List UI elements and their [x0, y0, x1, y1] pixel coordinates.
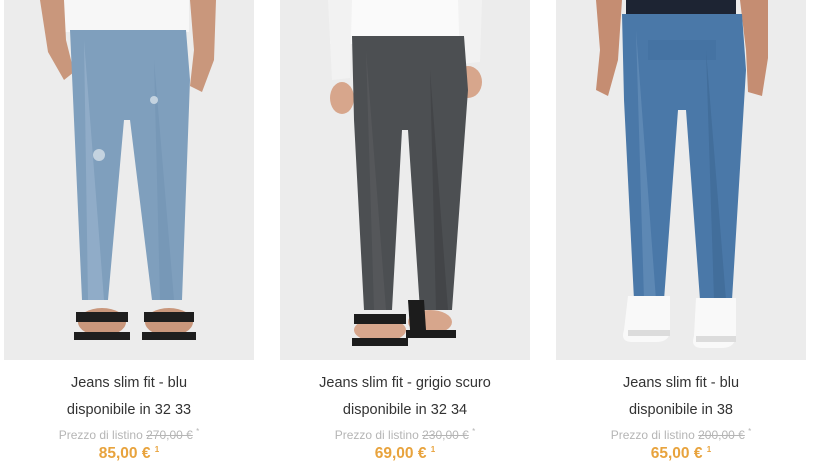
list-price-row: Prezzo di listino 200,00 € *: [556, 427, 806, 443]
availability-label: disponibile in: [66, 402, 151, 418]
list-price-value: 270,00 €: [146, 428, 193, 442]
sale-price-row: 69,00 € 1: [280, 444, 530, 464]
list-price-row: Prezzo di listino 270,00 € *: [4, 427, 254, 443]
jeans-photo-light-blue: [4, 0, 254, 360]
jeans-photo-blue: [556, 0, 806, 360]
sale-price-footnote: 1: [154, 444, 160, 454]
sale-price-row: 85,00 € 1: [4, 444, 254, 464]
sale-price-row: 65,00 € 1: [556, 444, 806, 464]
list-price-footnote: *: [748, 427, 752, 436]
sale-price-footnote: 1: [706, 444, 712, 454]
product-availability: disponibile in 32 34: [280, 400, 530, 420]
product-image[interactable]: [4, 0, 254, 360]
availability-label: disponibile in: [342, 402, 427, 418]
product-grid: Jeans slim fit - blu disponibile in 32 3…: [0, 0, 815, 474]
product-availability: disponibile in 38: [556, 400, 806, 420]
list-price-label: Prezzo di listino: [610, 428, 695, 442]
available-sizes: 32 33: [154, 402, 192, 418]
available-sizes: 32 34: [430, 402, 468, 418]
list-price-label: Prezzo di listino: [58, 428, 143, 442]
list-price-footnote: *: [196, 427, 200, 436]
list-price-row: Prezzo di listino 230,00 € *: [280, 427, 530, 443]
product-card[interactable]: Jeans slim fit - blu disponibile in 38 P…: [556, 0, 806, 474]
list-price-footnote: *: [472, 427, 476, 436]
product-card[interactable]: Jeans slim fit - blu disponibile in 32 3…: [4, 0, 254, 474]
product-card[interactable]: Jeans slim fit - grigio scuro disponibil…: [280, 0, 530, 474]
sale-price: 85,00 €: [98, 445, 151, 462]
sale-price-footnote: 1: [430, 444, 436, 454]
product-image[interactable]: [556, 0, 806, 360]
sale-price: 69,00 €: [374, 445, 427, 462]
product-availability: disponibile in 32 33: [4, 400, 254, 420]
product-image[interactable]: [280, 0, 530, 360]
product-title[interactable]: Jeans slim fit - blu: [556, 373, 806, 393]
list-price-value: 200,00 €: [698, 428, 745, 442]
product-title[interactable]: Jeans slim fit - grigio scuro: [280, 373, 530, 393]
list-price-value: 230,00 €: [422, 428, 469, 442]
list-price-label: Prezzo di listino: [334, 428, 419, 442]
product-title[interactable]: Jeans slim fit - blu: [4, 373, 254, 393]
available-sizes: 38: [716, 402, 733, 418]
sale-price: 65,00 €: [650, 445, 703, 462]
availability-label: disponibile in: [628, 402, 713, 418]
jeans-photo-dark-grey: [280, 0, 530, 360]
